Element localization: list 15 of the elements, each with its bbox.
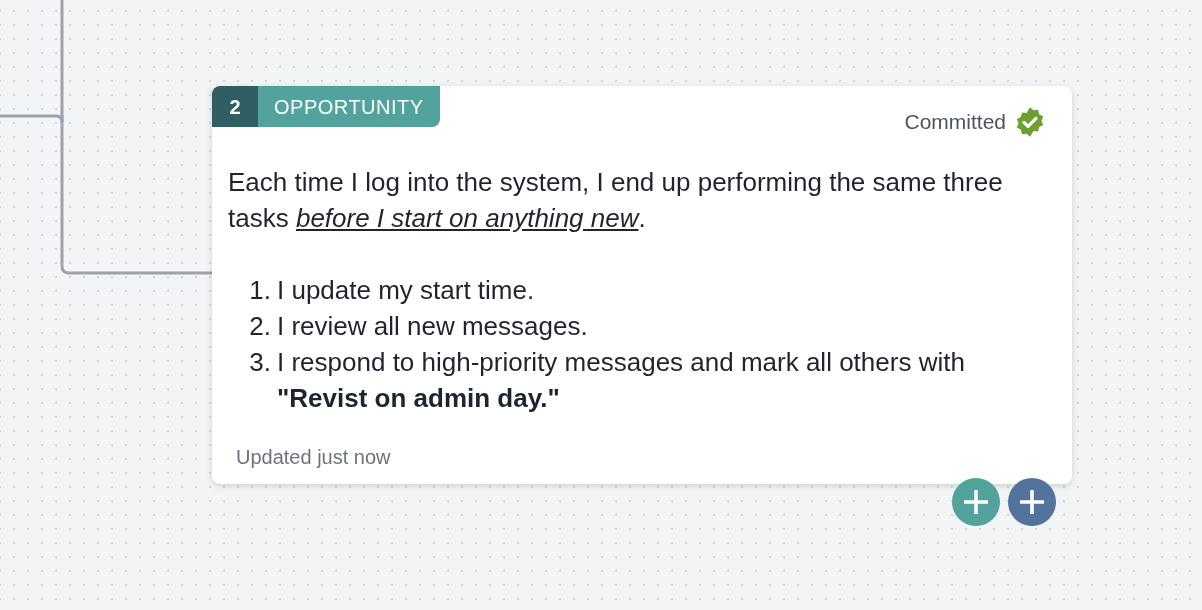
- description-text: Each time I log into the system, I end up performing the same three tasks before I start on anything new.: [227, 166, 1004, 235]
- number-badge: 2: [212, 86, 258, 127]
- list-number: 2.: [248, 310, 271, 343]
- plus-icon: [962, 488, 990, 516]
- list-item-text: I update my start time.: [277, 274, 535, 307]
- add-button[interactable]: [1008, 478, 1056, 526]
- list-item-text: I respond to high-priority messages and mark all others with "Revist on admin day.": [277, 346, 966, 415]
- status-label: Committed: [904, 109, 1006, 136]
- list-item-text: I review all new messages.: [277, 310, 588, 343]
- add-button[interactable]: [952, 478, 1000, 526]
- list-number: 3.: [248, 346, 271, 379]
- plus-icon: [1018, 488, 1046, 516]
- updated-text: Updated just now: [235, 445, 392, 470]
- type-badge: OPPORTUNITY: [258, 86, 440, 127]
- list-number: 1.: [248, 274, 271, 307]
